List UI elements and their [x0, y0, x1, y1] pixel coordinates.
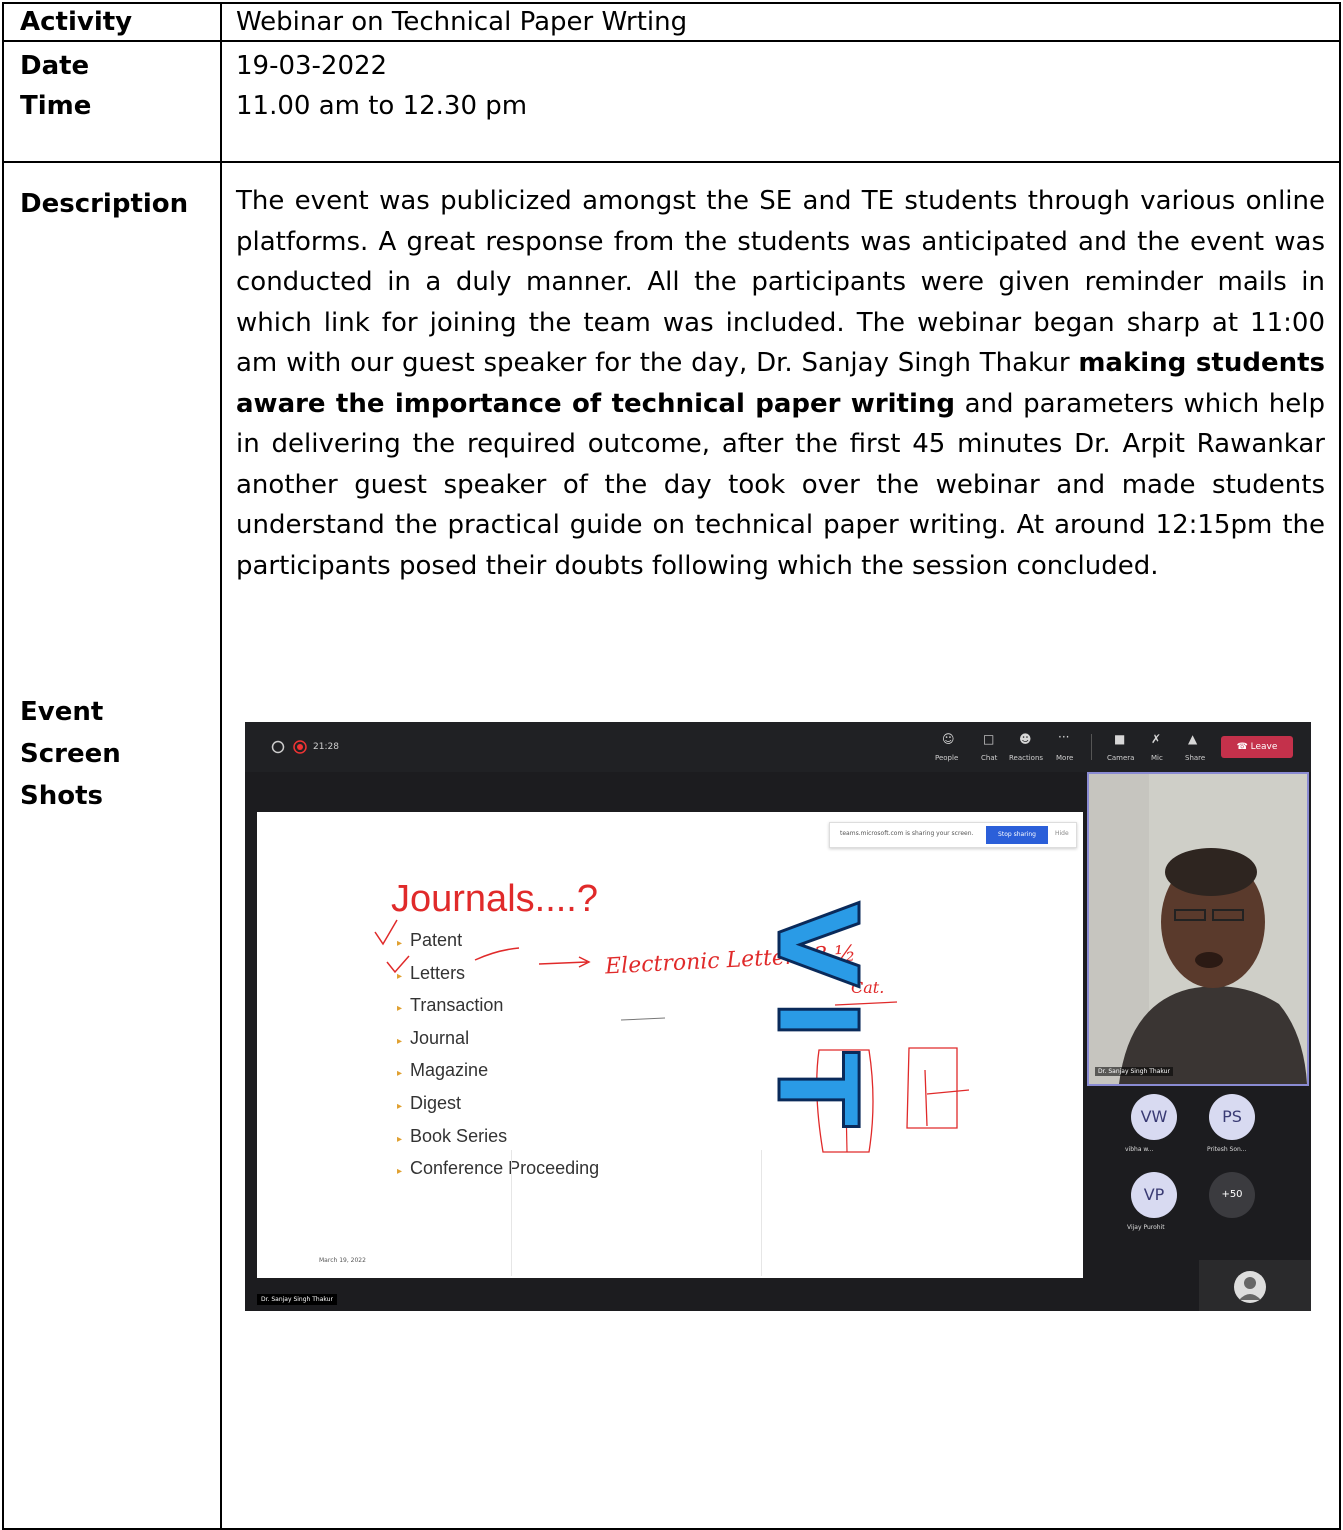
slide-divider	[511, 1150, 512, 1276]
shield-icon	[271, 740, 285, 754]
toolbar-divider	[1091, 734, 1092, 760]
screenshots-label-2: Screen	[20, 739, 121, 769]
reactions-label[interactable]: Reactions	[1009, 754, 1043, 762]
camera-icon[interactable]: ■	[1114, 732, 1125, 746]
record-icon	[293, 740, 307, 754]
vit-logo: VIT	[752, 901, 1067, 1212]
phone-icon: ☎	[1236, 742, 1251, 752]
ink-annotations	[374, 919, 970, 1153]
meeting-time: 21:28	[313, 742, 339, 752]
leave-button[interactable]: ☎ Leave	[1221, 736, 1293, 758]
date-time-labels: Date Time	[2, 40, 222, 163]
screenshots-label-3: Shots	[20, 781, 104, 811]
participant-name: Pritesh Son...	[1207, 1146, 1247, 1153]
slide-divider	[761, 1150, 762, 1276]
leave-label: Leave	[1250, 742, 1278, 752]
speaker-name-tag: Dr. Sanjay Singh Thakur	[1095, 1067, 1173, 1076]
share-icon[interactable]: ▲	[1188, 732, 1197, 746]
mic-label[interactable]: Mic	[1151, 754, 1163, 762]
date-value: 19-03-2022	[236, 51, 388, 81]
shared-slide: teams.microsoft.com is sharing your scre…	[257, 812, 1083, 1278]
share-label[interactable]: Share	[1185, 754, 1205, 762]
chat-icon[interactable]: □	[983, 732, 994, 746]
activity-value: Webinar on Technical Paper Wrting	[220, 2, 1341, 42]
slide-date: March 19, 2022	[319, 1257, 366, 1264]
participant-name: vibha w...	[1125, 1146, 1154, 1153]
chat-label[interactable]: Chat	[981, 754, 997, 762]
camera-label[interactable]: Camera	[1107, 754, 1134, 762]
time-label: Time	[20, 91, 92, 121]
date-time-values: 19-03-2022 11.00 am to 12.30 pm	[220, 40, 1341, 163]
meeting-toolbar: 21:28 ☺ People □ Chat ☻ Reactions ··· Mo…	[245, 722, 1311, 772]
description-and-screenshots-labels: Description Event Screen Shots	[2, 161, 222, 1530]
more-participants-badge[interactable]: +50	[1209, 1172, 1255, 1218]
participant-name: Vijay Purohit	[1127, 1224, 1165, 1231]
mic-muted-icon[interactable]: ✗	[1151, 732, 1161, 746]
more-label[interactable]: More	[1056, 754, 1073, 762]
event-screenshot: 21:28 ☺ People □ Chat ☻ Reactions ··· Mo…	[245, 722, 1311, 1311]
time-value: 11.00 am to 12.30 pm	[236, 91, 528, 121]
reactions-icon[interactable]: ☻	[1019, 732, 1032, 746]
self-avatar	[1234, 1271, 1266, 1303]
self-view	[1199, 1260, 1311, 1311]
speaker-video: Dr. Sanjay Singh Thakur	[1087, 772, 1309, 1086]
participant-avatar[interactable]: VW	[1131, 1094, 1177, 1140]
people-icon[interactable]: ☺	[942, 732, 955, 746]
presenter-label: Dr. Sanjay Singh Thakur	[257, 1294, 337, 1305]
speaker-person-image	[1089, 774, 1307, 1084]
activity-label: Activity	[2, 2, 222, 42]
date-label: Date	[20, 51, 90, 81]
more-icon[interactable]: ···	[1058, 730, 1069, 744]
vit-logo-text: VIT	[752, 901, 883, 1141]
people-label[interactable]: People	[935, 754, 958, 762]
description-label: Description	[20, 189, 189, 219]
participant-avatar[interactable]: VP	[1131, 1172, 1177, 1218]
description-text: The event was publicized amongst the SE …	[236, 163, 1339, 586]
participant-avatar[interactable]: PS	[1209, 1094, 1255, 1140]
screenshots-label-1: Event	[20, 697, 104, 727]
